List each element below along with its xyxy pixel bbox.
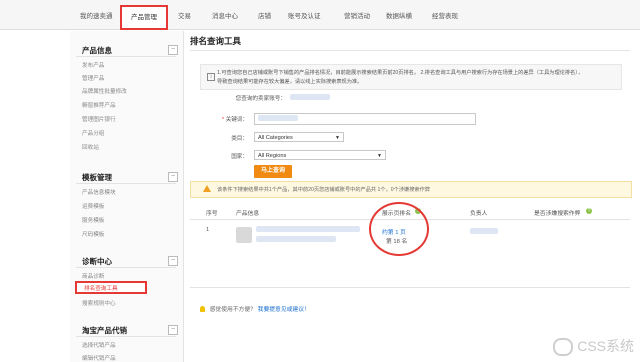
tab-trade[interactable]: 交易 bbox=[178, 10, 191, 20]
notice-text: 导致查询结果可能存在较大偏差，请以线上实际搜索表现为准。 bbox=[217, 79, 363, 85]
category-select[interactable]: All Categories ▼ bbox=[254, 132, 344, 142]
sidebar-item[interactable]: 产品信息模块 bbox=[82, 188, 116, 196]
country-select[interactable]: All Regions ▼ bbox=[254, 150, 386, 160]
warning-icon bbox=[203, 185, 211, 192]
tab-message-center[interactable]: 消息中心 bbox=[212, 10, 238, 20]
product-title-redacted[interactable] bbox=[256, 236, 336, 242]
collapse-icon[interactable]: − bbox=[168, 325, 178, 335]
sidebar-item[interactable]: 管理产品 bbox=[82, 74, 104, 82]
sidebar-section-title: 产品信息 bbox=[82, 46, 112, 55]
sidebar-item-rank-query[interactable]: 排名查询工具 bbox=[75, 281, 147, 294]
sidebar-item[interactable]: 编辑代销产品 bbox=[82, 354, 116, 362]
category-label: 类目： bbox=[231, 136, 248, 142]
sidebar-item[interactable]: 橱窗推荐产品 bbox=[82, 101, 116, 109]
owner-redacted bbox=[470, 228, 498, 234]
chevron-down-icon: ▼ bbox=[377, 153, 382, 159]
col-header-cheating: 是否涉嫌搜索作弊 bbox=[534, 211, 581, 217]
tab-performance[interactable]: 经营表现 bbox=[432, 10, 458, 20]
divider bbox=[76, 183, 176, 184]
col-header-owner: 负责人 bbox=[470, 211, 488, 217]
sidebar-item[interactable]: 选择代销产品 bbox=[82, 341, 116, 349]
chevron-down-icon: ▼ bbox=[335, 135, 340, 141]
keyword-value-redacted bbox=[258, 115, 298, 121]
sidebar-item[interactable]: 发布产品 bbox=[82, 61, 104, 69]
annotation-circle bbox=[369, 202, 429, 256]
result-warning: 该条件下搜索结果中共1个产品，其中前20页您店铺或账号中的产品共 1个，0个涉嫌… bbox=[190, 181, 632, 198]
feedback-text: 感觉使用不方便？ bbox=[209, 307, 257, 313]
sidebar-section-title: 淘宝产品代销 bbox=[82, 326, 127, 335]
keyword-label: * 关键词： bbox=[221, 117, 248, 123]
divider bbox=[190, 287, 630, 288]
top-navigation: 我的速卖通 产品管理 交易 消息中心 店铺 账号及认证 营销活动 数据纵横 经营… bbox=[0, 0, 640, 30]
divider bbox=[190, 50, 630, 51]
divider bbox=[76, 336, 176, 337]
sidebar-item[interactable]: 搜索规则中心 bbox=[82, 299, 116, 307]
sidebar-item[interactable]: 尺码模板 bbox=[82, 230, 104, 238]
sidebar-item[interactable]: 产品分组 bbox=[82, 129, 104, 137]
sidebar-section-title: 模板管理 bbox=[82, 173, 112, 182]
col-header-product: 产品信息 bbox=[236, 211, 260, 217]
divider bbox=[76, 56, 176, 57]
collapse-icon[interactable]: − bbox=[168, 256, 178, 266]
help-icon[interactable]: ? bbox=[586, 208, 592, 214]
notice-text: 1.可查询您自己店铺或账号下销售的产品排名情况，目前能展示搜索结果页前20页排名… bbox=[217, 70, 584, 76]
lightbulb-icon bbox=[200, 306, 205, 313]
feedback-row: 感觉使用不方便？ 我要提意见或建议！ bbox=[200, 304, 310, 313]
feedback-link[interactable]: 我要提意见或建议！ bbox=[258, 307, 310, 313]
sidebar-item[interactable]: 品牌属性批量修改 bbox=[82, 87, 127, 95]
product-title-redacted[interactable] bbox=[256, 226, 360, 232]
info-icon: i bbox=[207, 73, 215, 81]
collapse-icon[interactable]: − bbox=[168, 172, 178, 182]
sidebar-item[interactable]: 运费模板 bbox=[82, 202, 104, 210]
sidebar-item[interactable]: 商品诊断 bbox=[82, 272, 104, 280]
tab-marketing[interactable]: 营销活动 bbox=[344, 10, 370, 20]
tab-store[interactable]: 店铺 bbox=[258, 10, 271, 20]
sidebar-item[interactable]: 服务模板 bbox=[82, 216, 104, 224]
country-label: 国家： bbox=[231, 154, 248, 160]
account-value-redacted bbox=[290, 94, 330, 100]
search-button[interactable]: 马上查询 bbox=[254, 165, 292, 178]
sidebar-item[interactable]: 回收站 bbox=[82, 143, 99, 151]
page-title: 排名查询工具 bbox=[190, 36, 242, 46]
warning-text: 该条件下搜索结果中共1个产品，其中前20页您店铺或账号中的产品共 1个，0个涉嫌… bbox=[217, 187, 430, 193]
notice-box: i 1.可查询您自己店铺或账号下销售的产品排名情况，目前能展示搜索结果页前20页… bbox=[200, 64, 622, 90]
tab-product-management[interactable]: 产品管理 bbox=[120, 5, 168, 30]
divider bbox=[76, 267, 176, 268]
col-header-index: 序号 bbox=[206, 211, 218, 217]
sidebar-item[interactable]: 管理图片银行 bbox=[82, 115, 116, 123]
row-index: 1 bbox=[206, 227, 210, 233]
collapse-icon[interactable]: − bbox=[168, 45, 178, 55]
tab-data[interactable]: 数据纵横 bbox=[386, 10, 412, 20]
sidebar-section-title: 诊断中心 bbox=[82, 257, 112, 266]
watermark: CSS系统 bbox=[553, 336, 634, 356]
tab-account-verification[interactable]: 账号及认证 bbox=[288, 10, 321, 20]
sidebar: 产品信息 − 发布产品 管理产品 品牌属性批量修改 橱窗推荐产品 管理图片银行 … bbox=[70, 31, 184, 362]
wechat-logo-icon bbox=[553, 338, 574, 356]
product-thumbnail[interactable] bbox=[236, 227, 252, 243]
account-label: 您查询的卖家账号： bbox=[235, 96, 286, 102]
tab-my-aliexpress[interactable]: 我的速卖通 bbox=[80, 10, 113, 20]
